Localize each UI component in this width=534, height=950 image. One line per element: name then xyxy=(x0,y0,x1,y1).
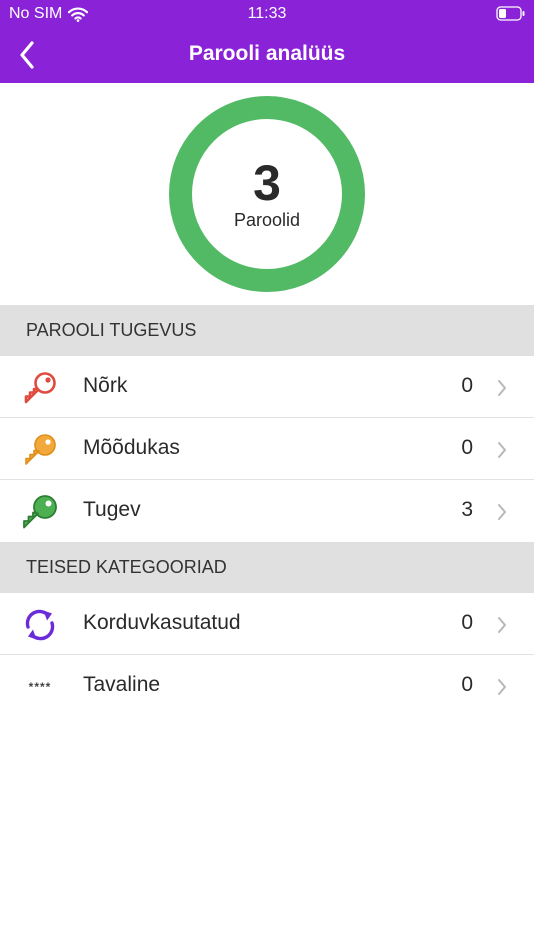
chevron-right-icon xyxy=(498,617,506,633)
row-count: 0 xyxy=(461,374,473,397)
row-count: 0 xyxy=(461,673,473,696)
row-label: Mõõdukas xyxy=(83,436,180,459)
section-header-strength: PAROOLI TUGEVUS xyxy=(0,305,534,356)
chevron-right-icon xyxy=(498,679,506,695)
key-icon xyxy=(20,492,60,532)
key-icon xyxy=(20,368,60,408)
row-label: Nõrk xyxy=(83,374,128,397)
chevron-right-icon xyxy=(498,442,506,458)
row-label: Korduvkasutatud xyxy=(83,611,241,634)
row-count: 0 xyxy=(461,611,473,634)
page-title: Parooli analüüs xyxy=(188,42,346,65)
status-bar: No SIM 11:33 xyxy=(0,0,534,28)
section-header-other: TEISED KATEGOORIAD xyxy=(0,542,534,593)
password-count-label: Paroolid xyxy=(233,210,301,230)
row-weak[interactable]: Nõrk 0 xyxy=(0,356,534,418)
key-icon xyxy=(20,430,60,470)
chevron-right-icon xyxy=(498,380,506,396)
battery-icon xyxy=(496,6,525,21)
asterisks-glyph: **** xyxy=(28,680,52,694)
password-count: 3 xyxy=(253,155,281,211)
row-label: Tugev xyxy=(83,498,141,521)
row-moderate[interactable]: Mõõdukas 0 xyxy=(0,418,534,480)
row-count: 0 xyxy=(461,436,473,459)
row-label: Tavaline xyxy=(83,673,161,696)
password-count-ring: 3 Paroolid xyxy=(169,96,365,292)
status-time: 11:33 xyxy=(247,5,287,22)
row-reused[interactable]: Korduvkasutatud 0 xyxy=(0,593,534,655)
asterisks-icon: **** xyxy=(20,667,60,707)
row-strong[interactable]: Tugev 3 xyxy=(0,480,534,542)
row-common[interactable]: **** Tavaline 0 xyxy=(0,655,534,717)
refresh-icon xyxy=(20,605,60,645)
navigation-bar: Parooli analüüs xyxy=(0,28,534,83)
chevron-right-icon xyxy=(498,504,506,520)
row-count: 3 xyxy=(461,498,473,521)
